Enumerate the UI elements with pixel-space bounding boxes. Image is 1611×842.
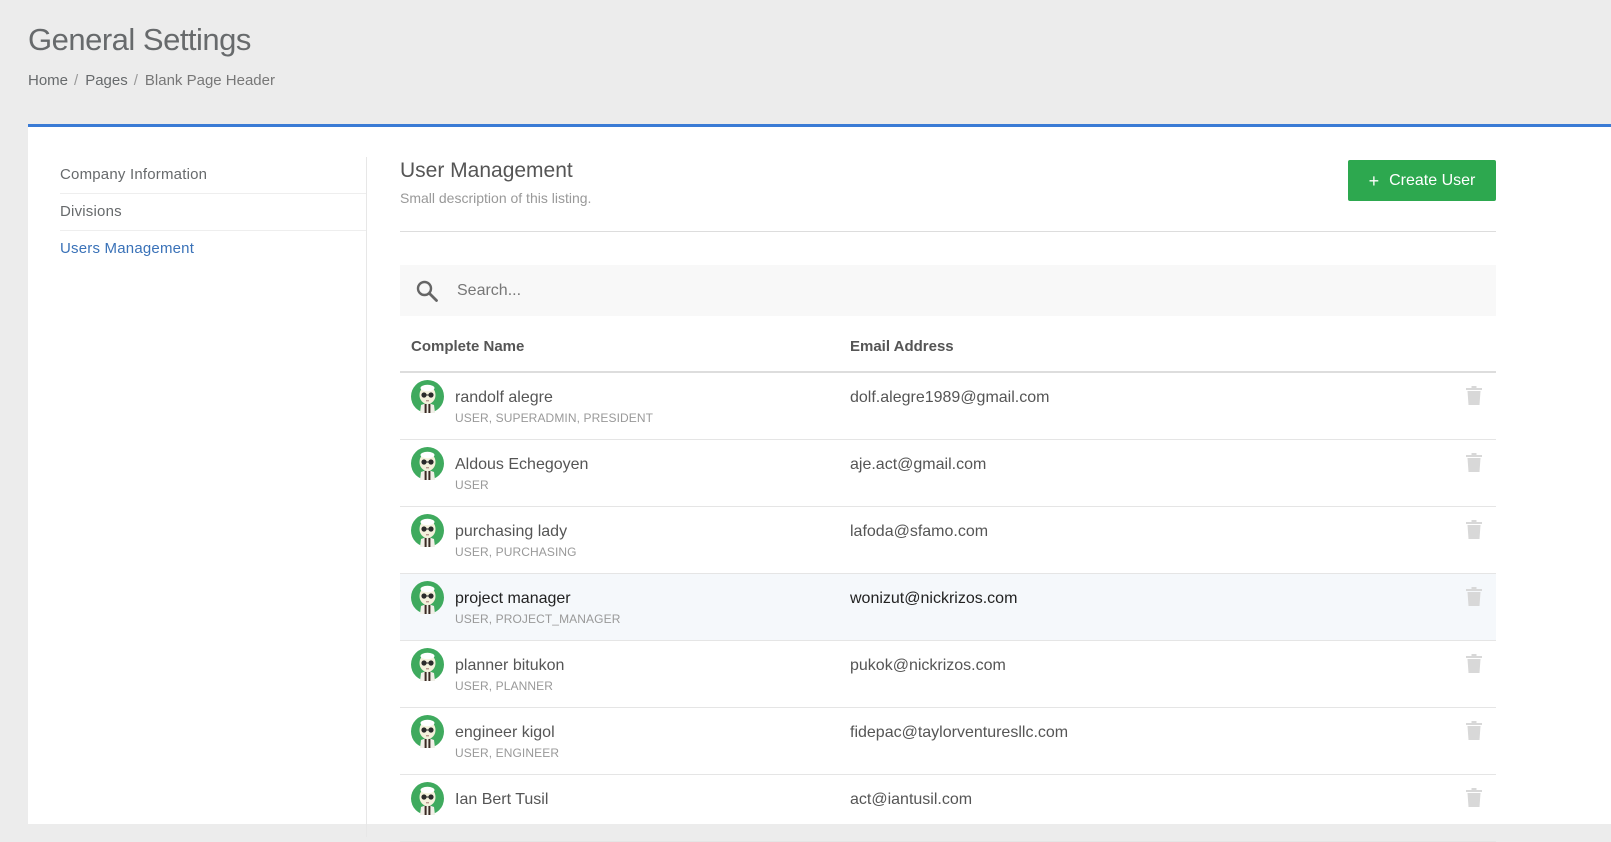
user-name: project manager <box>455 590 571 607</box>
sidebar-divider <box>366 157 367 837</box>
user-email: wonizut@nickrizos.com <box>850 590 1018 607</box>
user-name: Ian Bert Tusil <box>455 791 549 808</box>
plus-icon: + <box>1368 170 1380 191</box>
trash-icon[interactable] <box>1466 453 1482 472</box>
column-header-name: Complete Name <box>411 338 525 355</box>
user-avatar-icon <box>411 715 444 748</box>
breadcrumb-home[interactable]: Home <box>28 72 68 89</box>
create-user-button[interactable]: + Create User <box>1348 160 1496 201</box>
breadcrumb-separator: / <box>133 72 138 89</box>
breadcrumb: Home / Pages / Blank Page Header <box>28 72 275 89</box>
user-email: dolf.alegre1989@gmail.com <box>850 389 1050 406</box>
trash-icon[interactable] <box>1466 587 1482 606</box>
page-header: General Settings Home / Pages / Blank Page H… <box>0 0 1611 125</box>
user-name: engineer kigol <box>455 724 555 741</box>
trash-icon[interactable] <box>1466 520 1482 539</box>
user-roles: USER, ENGINEER <box>455 746 560 760</box>
table-row[interactable]: engineer kigol USER, ENGINEER fidepac@ta… <box>400 708 1496 775</box>
column-header-email: Email Address <box>850 338 954 355</box>
settings-panel: Company Information Divisions Users Mana… <box>28 124 1611 842</box>
user-email: fidepac@taylorventuresllc.com <box>850 724 1069 741</box>
breadcrumb-separator: / <box>74 72 79 89</box>
user-avatar-icon <box>411 447 444 480</box>
table-row[interactable]: Ian Bert Tusil act@iantusil.com <box>400 775 1496 842</box>
user-roles: USER, PLANNER <box>455 679 553 693</box>
breadcrumb-pages[interactable]: Pages <box>85 72 128 89</box>
search-input[interactable] <box>455 280 1459 301</box>
trash-icon[interactable] <box>1466 654 1482 673</box>
sidebar-item-users-management[interactable]: Users Management <box>60 231 366 267</box>
table-row[interactable]: purchasing lady USER, PURCHASING lafoda@… <box>400 507 1496 574</box>
table-row[interactable]: project manager USER, PROJECT_MANAGER wo… <box>400 574 1496 641</box>
breadcrumb-current: Blank Page Header <box>144 72 275 89</box>
table-row[interactable]: Aldous Echegoyen USER aje.act@gmail.com <box>400 440 1496 507</box>
user-name: Aldous Echegoyen <box>455 456 589 473</box>
user-roles: USER, SUPERADMIN, PRESIDENT <box>455 411 654 425</box>
user-email: act@iantusil.com <box>850 791 973 808</box>
user-name: purchasing lady <box>455 523 568 540</box>
user-email: lafoda@sfamo.com <box>850 523 989 540</box>
user-email: aje.act@gmail.com <box>850 456 987 473</box>
user-name: planner bitukon <box>455 657 565 674</box>
user-roles: USER <box>455 478 489 492</box>
users-table: Complete Name Email Address randolf aleg… <box>400 316 1496 842</box>
section-title: User Management <box>400 159 573 182</box>
user-email: pukok@nickrizos.com <box>850 657 1006 674</box>
create-user-label: Create User <box>1389 171 1476 189</box>
sidebar-item-divisions[interactable]: Divisions <box>60 194 366 231</box>
settings-sidebar: Company Information Divisions Users Mana… <box>60 157 366 267</box>
user-avatar-icon <box>411 581 444 614</box>
search-bar <box>400 265 1496 316</box>
table-header: Complete Name Email Address <box>400 316 1496 373</box>
user-name: randolf alegre <box>455 389 553 406</box>
user-roles: USER, PURCHASING <box>455 545 577 559</box>
title-divider <box>400 231 1496 232</box>
user-avatar-icon <box>411 782 444 815</box>
user-roles: USER, PROJECT_MANAGER <box>455 612 621 626</box>
user-avatar-icon <box>411 380 444 413</box>
trash-icon[interactable] <box>1466 788 1482 807</box>
user-avatar-icon <box>411 514 444 547</box>
trash-icon[interactable] <box>1466 721 1482 740</box>
sidebar-item-company-information[interactable]: Company Information <box>60 157 366 194</box>
table-row[interactable]: planner bitukon USER, PLANNER pukok@nick… <box>400 641 1496 708</box>
trash-icon[interactable] <box>1466 386 1482 405</box>
table-body: randolf alegre USER, SUPERADMIN, PRESIDE… <box>400 373 1496 842</box>
search-icon <box>416 280 438 302</box>
user-avatar-icon <box>411 648 444 681</box>
table-row[interactable]: randolf alegre USER, SUPERADMIN, PRESIDE… <box>400 373 1496 440</box>
section-description: Small description of this listing. <box>400 190 592 206</box>
page-title: General Settings <box>28 22 251 57</box>
